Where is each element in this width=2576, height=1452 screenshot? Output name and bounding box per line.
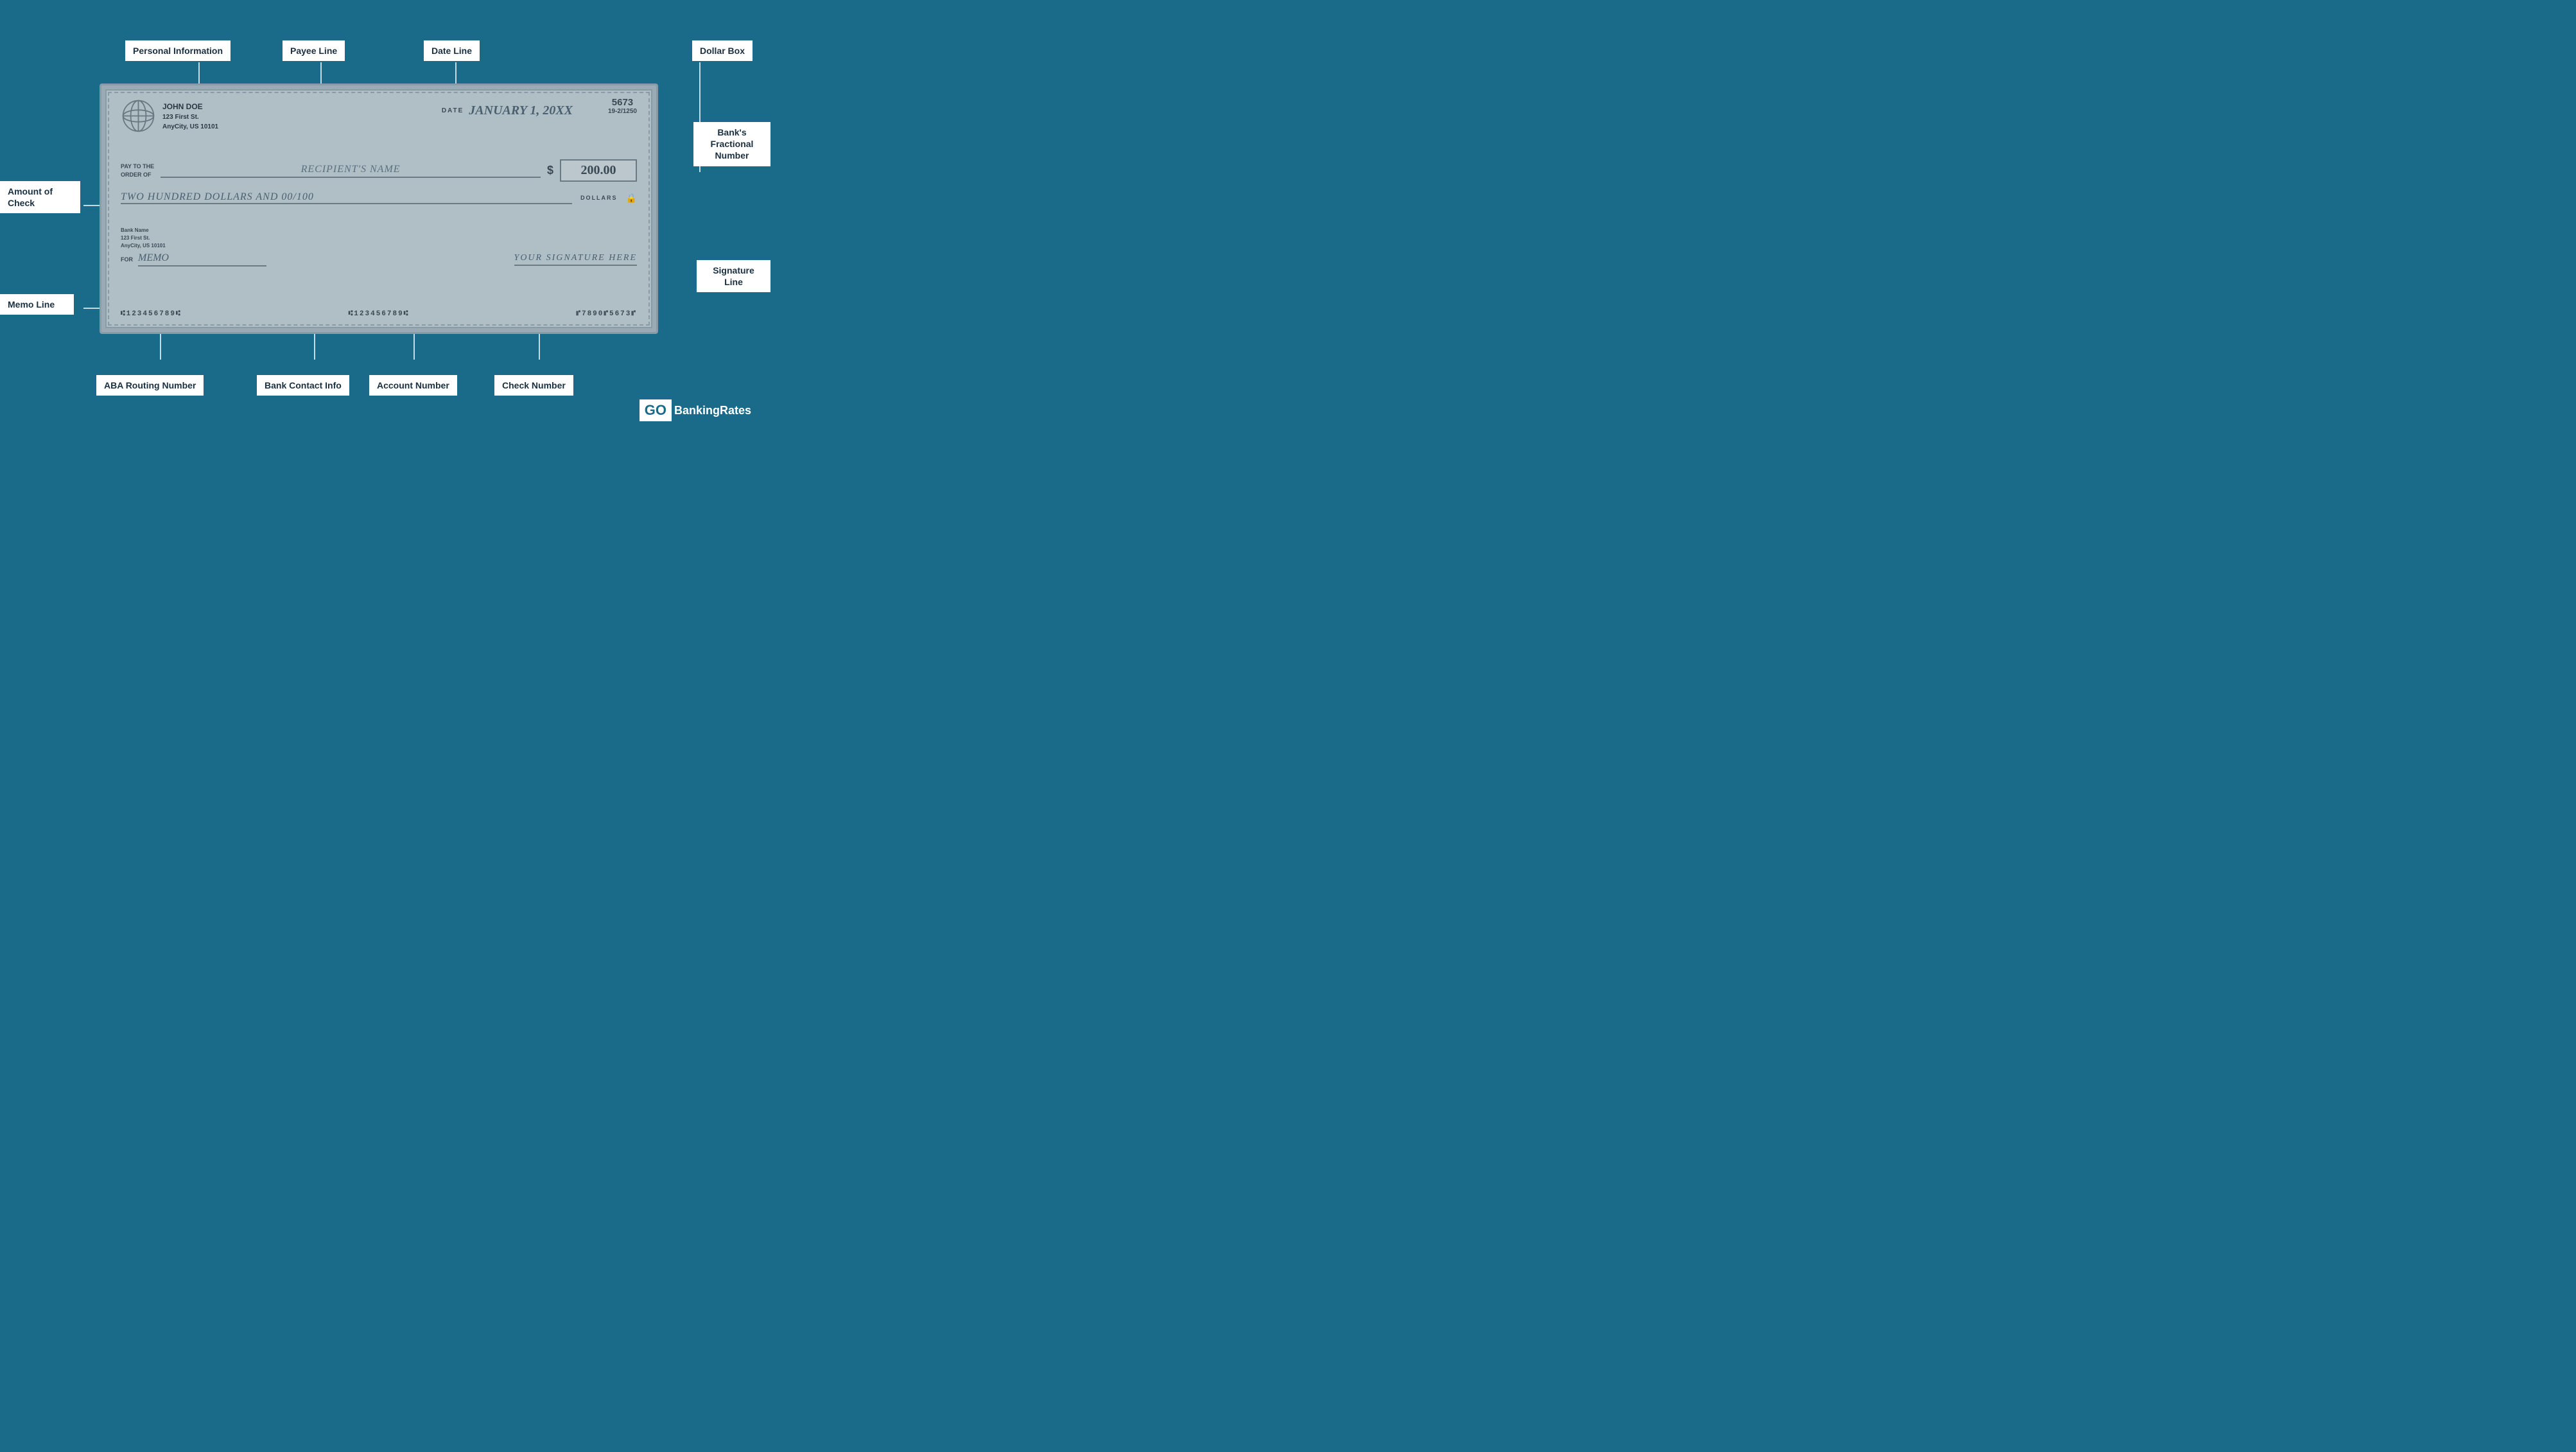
label-banks-fractional-number: Bank's Fractional Number: [693, 122, 770, 166]
bank-name: Bank Name: [121, 227, 166, 234]
check-fractional: 19-2/1250: [608, 108, 637, 115]
globe-icon: [121, 98, 156, 134]
account-number-micr: ⑈7890⑈5673⑈: [576, 310, 637, 318]
micr-area: ⑆123456789⑆ ⑆123456789⑆ ⑈7890⑈5673⑈: [121, 310, 637, 318]
personal-info-area: JOHN DOE 123 First St. AnyCity, US 10101: [121, 98, 218, 134]
for-label: FOR: [121, 256, 133, 263]
bank-address2: AnyCity, US 10101: [121, 242, 166, 250]
memo-signature-area: FOR MEMO YOUR SIGNATURE HERE: [121, 252, 637, 267]
label-dollar-box: Dollar Box: [692, 40, 753, 61]
bank-contact-micr: ⑆123456789⑆: [349, 310, 410, 318]
check-number: 5673: [608, 97, 637, 108]
label-account-number: Account Number: [369, 375, 457, 396]
payto-label: PAY TO THEORDER OF: [121, 162, 154, 179]
signature-text: YOUR SIGNATURE HERE: [514, 253, 637, 266]
bank-info-area: Bank Name 123 First St. AnyCity, US 1010…: [121, 227, 637, 250]
written-amount-text: TWO HUNDRED DOLLARS AND 00/100: [121, 191, 314, 202]
check-number-area: 5673 19-2/1250: [608, 97, 637, 115]
date-value: JANUARY 1, 20XX: [469, 103, 573, 118]
label-amount-of-check: Amount of Check: [0, 181, 80, 213]
logo-go: GO: [640, 399, 672, 421]
label-aba-routing-number: ABA Routing Number: [96, 375, 204, 396]
date-label: DATE: [442, 107, 464, 114]
check-body: 5673 19-2/1250 JOHN DOE 123 First St. An…: [100, 83, 658, 334]
logo-banking-rates: BankingRates: [674, 404, 751, 417]
account-address1: 123 First St.: [162, 112, 218, 122]
label-signature-line: Signature Line: [697, 260, 770, 292]
label-payee-line: Payee Line: [283, 40, 345, 61]
dollars-label: DOLLARS: [580, 195, 618, 201]
recipient-name: RECIPIENT'S NAME: [161, 164, 541, 178]
memo-line: MEMO: [138, 252, 266, 267]
label-memo-line: Memo Line: [0, 294, 74, 315]
logo-area: GO BankingRates: [640, 399, 751, 421]
bank-address1: 123 First St.: [121, 234, 166, 242]
date-area: DATE JANUARY 1, 20XX: [442, 103, 573, 118]
personal-info-text: JOHN DOE 123 First St. AnyCity, US 10101: [162, 101, 218, 132]
written-amount-area: TWO HUNDRED DOLLARS AND 00/100 DOLLARS 🔒: [121, 191, 637, 204]
signature-area: YOUR SIGNATURE HERE: [514, 253, 637, 266]
dollar-box: 200.00: [560, 159, 637, 182]
account-holder-name: JOHN DOE: [162, 101, 218, 112]
routing-number-micr: ⑆123456789⑆: [121, 310, 182, 318]
bank-contact-info: Bank Name 123 First St. AnyCity, US 1010…: [121, 227, 166, 250]
memo-left: FOR MEMO: [121, 252, 266, 267]
dollar-sign: $: [547, 164, 553, 177]
account-address2: AnyCity, US 10101: [162, 122, 218, 132]
label-date-line: Date Line: [424, 40, 480, 61]
lock-icon: 🔒: [626, 193, 637, 204]
label-personal-information: Personal Information: [125, 40, 231, 61]
label-check-number: Check Number: [494, 375, 573, 396]
written-amount: TWO HUNDRED DOLLARS AND 00/100: [121, 191, 572, 204]
label-bank-contact-info: Bank Contact Info: [257, 375, 349, 396]
payto-area: PAY TO THEORDER OF RECIPIENT'S NAME $ 20…: [121, 159, 637, 182]
